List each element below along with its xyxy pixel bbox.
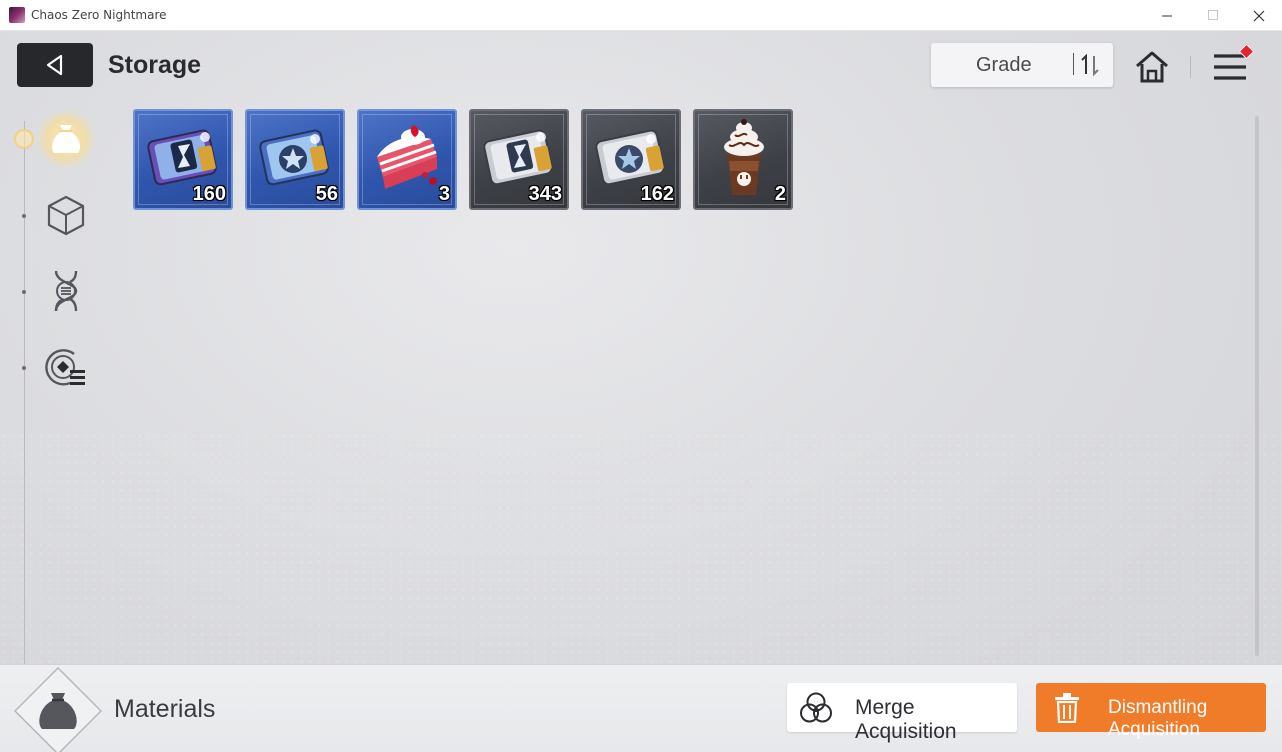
sort-divider bbox=[1073, 53, 1074, 75]
dna-icon bbox=[54, 270, 78, 312]
dismantling-acquisition-button[interactable]: Dismantling Acquisition bbox=[1036, 683, 1266, 740]
back-button[interactable] bbox=[17, 43, 93, 87]
scrollbar[interactable] bbox=[1255, 116, 1259, 656]
item-quantity: 343 bbox=[528, 183, 562, 205]
disc-list-icon bbox=[45, 349, 85, 386]
header-divider bbox=[1190, 56, 1191, 78]
item-slot[interactable]: 3 bbox=[357, 109, 457, 210]
sidebar-item-memory[interactable] bbox=[40, 341, 92, 393]
item-grid: 160 56 3 343 162 2 bbox=[133, 109, 793, 210]
sidebar-item-equipment[interactable] bbox=[40, 189, 92, 241]
merge-acquisition-button[interactable]: Merge Acquisition bbox=[787, 683, 1017, 743]
game-viewport: Storage Grade 160 56 3 343 162 2 Materia… bbox=[0, 31, 1282, 752]
app-logo-icon bbox=[9, 7, 25, 23]
window-title: Chaos Zero Nightmare bbox=[31, 8, 167, 22]
minimize-button[interactable] bbox=[1144, 0, 1190, 31]
sidebar-active-marker bbox=[14, 129, 34, 149]
minimize-icon bbox=[1161, 15, 1172, 17]
sidebar-dot bbox=[22, 366, 26, 370]
window-titlebar: Chaos Zero Nightmare bbox=[0, 0, 1282, 31]
item-quantity: 56 bbox=[315, 183, 338, 205]
sidebar-item-materials[interactable] bbox=[36, 109, 96, 169]
item-slot[interactable]: 160 bbox=[133, 109, 233, 210]
sort-label: Grade bbox=[976, 54, 1032, 76]
maximize-icon bbox=[1207, 10, 1218, 20]
category-badge bbox=[14, 667, 102, 752]
item-slot[interactable]: 162 bbox=[581, 109, 681, 210]
category-label: Materials bbox=[114, 695, 216, 723]
page-title: Storage bbox=[108, 51, 202, 79]
dismantling-acquisition-label: Dismantling Acquisition bbox=[1108, 697, 1208, 740]
item-quantity: 162 bbox=[640, 183, 674, 205]
trash-icon bbox=[1055, 693, 1079, 723]
item-quantity: 160 bbox=[192, 183, 226, 205]
cube-icon bbox=[47, 195, 85, 236]
item-slot[interactable]: 343 bbox=[469, 109, 569, 210]
sidebar-dot bbox=[22, 214, 26, 218]
window-controls bbox=[1144, 0, 1282, 31]
close-button[interactable] bbox=[1236, 0, 1282, 31]
chocolate-frappe-icon bbox=[724, 119, 764, 195]
sidebar-dot bbox=[22, 290, 26, 294]
pouch-icon bbox=[52, 125, 80, 153]
background-dot-pattern bbox=[0, 432, 1282, 672]
close-icon bbox=[1253, 10, 1265, 21]
back-triangle-icon bbox=[46, 54, 63, 76]
item-slot[interactable]: 2 bbox=[693, 109, 793, 210]
sort-order-icon[interactable] bbox=[1078, 53, 1102, 77]
maximize-button[interactable] bbox=[1190, 0, 1236, 31]
item-slot[interactable]: 56 bbox=[245, 109, 345, 210]
sort-grade-button[interactable]: Grade bbox=[931, 43, 1113, 87]
item-quantity: 2 bbox=[774, 183, 786, 205]
sidebar-item-genes[interactable] bbox=[40, 265, 92, 317]
home-icon[interactable] bbox=[1133, 48, 1171, 86]
strawberry-cake-icon bbox=[377, 125, 437, 189]
merge-acquisition-label: Merge Acquisition bbox=[855, 696, 957, 743]
item-quantity: 3 bbox=[438, 183, 450, 205]
venn-circles-icon bbox=[800, 692, 832, 723]
sidebar-track bbox=[24, 121, 25, 666]
